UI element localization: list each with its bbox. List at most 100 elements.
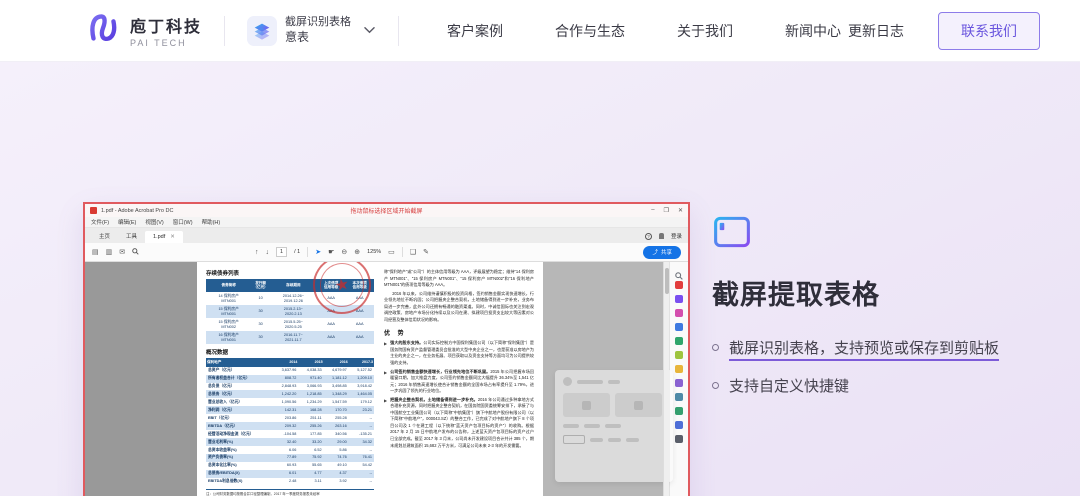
main-nav: 客户案例 合作与生态 关于我们 新闻中心	[447, 21, 841, 41]
organize-pages-icon[interactable]	[675, 351, 683, 359]
table-extract-icon	[712, 216, 752, 256]
feature-block: 截屏提取表格 截屏识别表格，支持预览或保存到剪贴板支持自定义快捷键	[712, 212, 1022, 413]
triangle-bullet-icon: ▶	[384, 397, 388, 403]
feature-bullet-list: 截屏识别表格，支持预览或保存到剪贴板支持自定义快捷键	[712, 338, 1022, 398]
advantages-heading: 优 势	[384, 331, 407, 338]
zoom-level[interactable]: 125%	[367, 249, 381, 255]
window-toolbar: ▤ ▥ ✉ ↑ ↓ 1 / 1 ➤ ☛ ⊖ ⊕ 125% ▭ ❑ ✎ ⤴ 共享	[85, 243, 688, 262]
pencil-icon[interactable]: ✎	[423, 249, 429, 256]
document-tab[interactable]: 1.pdf ✕	[145, 231, 183, 243]
bullet-circle-icon	[712, 381, 719, 389]
window-titlebar: 1.pdf - Adobe Acrobat Pro DC 拖动鼠标选择区域开始截…	[85, 204, 688, 217]
advantage-item: ▶ 公司签约销售金额快速增长，行业领先地位不断巩固。2015 年公司把握市场回暖窗…	[384, 368, 535, 394]
feature-title: 截屏提取表格	[712, 280, 880, 310]
overview-table-title: 概况数据	[206, 350, 229, 357]
hero-section: 截屏提取表格 截屏识别表格，支持预览或保存到剪贴板支持自定义快捷键 1.pdf …	[0, 62, 1080, 496]
menu-item[interactable]: 窗口(W)	[173, 218, 193, 226]
window-title: 1.pdf - Adobe Acrobat Pro DC	[101, 207, 174, 214]
zoom-out-icon[interactable]: ⊖	[341, 249, 347, 256]
page-number-field[interactable]: 1	[276, 247, 288, 257]
dimmed-popup-skeleton	[555, 370, 673, 482]
document-canvas: ★ 存续债券列表 债券简称 发行额 （亿元） 存续期间 上次债项 信用等级 本次债项 信…	[85, 262, 688, 496]
marquee-zoom-icon[interactable]	[675, 267, 683, 280]
update-log-link[interactable]: 更新日志	[848, 21, 904, 41]
advantage-item: ▶ 强大的股东支持。公司实际控制方中国保利集团公司（以下简称“保利集团”）是国务院…	[384, 340, 535, 366]
feature-bullet-text: 截屏识别表格，支持预览或保存到剪贴板	[729, 338, 1000, 361]
company-name: 庖丁科技	[130, 19, 203, 36]
triangle-bullet-icon: ▶	[384, 369, 388, 375]
rating-paragraph-1: 称“保利地产”或“公司”）的主体信用等级为 AAA，评级展望为稳定；维持“14 …	[384, 269, 534, 288]
email-icon[interactable]: ✉	[119, 249, 125, 256]
contact-us-button[interactable]: 联系我们	[938, 11, 1040, 50]
create-pdf-icon[interactable]	[675, 295, 683, 303]
pdf-page: ★ 存续债券列表 债券简称 发行额 （亿元） 存续期间 上次债项 信用等级 本次债项 信…	[197, 262, 543, 496]
find-icon[interactable]	[132, 247, 139, 257]
export-pdf-icon[interactable]	[675, 281, 683, 289]
screenshot-capture-frame: 1.pdf - Adobe Acrobat Pro DC 拖动鼠标选择区域开始截…	[83, 202, 690, 496]
advantages-list: ▶ 强大的股东支持。公司实际控制方中国保利集团公司（以下简称“保利集团”）是国务院…	[384, 340, 534, 449]
window-tabbar: 主页 工具 1.pdf ✕ ? 登录	[85, 228, 688, 243]
vertical-scrollbar[interactable]	[663, 262, 669, 496]
nav-item-1[interactable]: 合作与生态	[555, 21, 625, 41]
page-down-icon[interactable]: ↓	[266, 249, 270, 256]
acrobat-app-icon	[90, 207, 97, 214]
share-button[interactable]: ⤴ 共享	[643, 245, 681, 259]
help-icon[interactable]: ?	[644, 232, 652, 240]
edit-pdf-icon[interactable]	[675, 309, 683, 317]
fill-sign-icon[interactable]	[675, 379, 683, 387]
top-navigation-bar: 庖丁科技 PAI TECH 截屏识别表格 意表 客户案例 合作与生态 关于我们 新闻中…	[0, 0, 1080, 62]
measure-icon[interactable]	[675, 393, 683, 401]
capture-hint-text: 拖动鼠标选择区域开始截屏	[350, 209, 423, 215]
divider	[224, 15, 226, 46]
chevron-down-icon[interactable]	[363, 22, 376, 40]
window-tab[interactable]: 主页	[91, 229, 118, 243]
feature-bullet: 支持自定义快捷键	[712, 376, 1022, 399]
more-tools-icon[interactable]	[675, 435, 683, 443]
company-name-en: PAI TECH	[130, 38, 187, 48]
comment-icon[interactable]: ❑	[410, 249, 416, 256]
window-tab[interactable]: 工具	[118, 229, 145, 243]
save-icon[interactable]: ▤	[92, 249, 99, 256]
canvas-right-area	[543, 262, 673, 496]
feature-bullet: 截屏识别表格，支持预览或保存到剪贴板	[712, 338, 1022, 361]
window-controls: – ❐ ✕	[651, 207, 683, 214]
nav-item-2[interactable]: 关于我们	[677, 21, 733, 41]
feature-bullet-text: 支持自定义快捷键	[729, 377, 850, 395]
share-icon: ⤴	[652, 250, 658, 256]
rating-paragraph-2: 2016 年以来，公司维持谨慎积极的投资风格，签约销售金额实现快速增长，行业领先…	[384, 290, 534, 322]
zoom-in-icon[interactable]: ⊕	[354, 249, 360, 256]
sign-in-link[interactable]: 登录	[671, 232, 682, 240]
page-up-icon[interactable]: ↑	[255, 249, 259, 256]
bell-icon[interactable]	[658, 233, 664, 239]
triangle-bullet-icon: ▶	[384, 341, 388, 347]
paitech-logo-icon	[84, 9, 122, 52]
protect-icon[interactable]	[675, 421, 683, 429]
menu-item[interactable]: 文件(F)	[91, 218, 109, 226]
product-switcher[interactable]: 截屏识别表格 意表	[247, 15, 376, 46]
fit-width-icon[interactable]: ▭	[388, 249, 395, 256]
divider	[398, 15, 400, 46]
table-notes: 注：公司财务数据均按照合并口径整理编制，2017 年一季度财务报表未经审计；因缺…	[206, 488, 374, 496]
select-tool-icon[interactable]: ➤	[315, 249, 321, 256]
window-menubar: 文件(F) 编辑(E) 视图(V) 窗口(W) 帮助(H)	[85, 217, 688, 228]
stamp-icon[interactable]	[675, 365, 683, 373]
menu-item[interactable]: 编辑(E)	[118, 218, 136, 226]
print-icon[interactable]: ▥	[106, 249, 113, 256]
combine-files-icon[interactable]	[675, 337, 683, 345]
hand-tool-icon[interactable]: ☛	[328, 249, 334, 256]
layers-icon	[247, 15, 278, 46]
nav-item-0[interactable]: 客户案例	[447, 21, 503, 41]
print-production-icon[interactable]	[675, 407, 683, 415]
page-total: / 1	[294, 249, 301, 255]
close-tab-icon[interactable]: ✕	[170, 234, 175, 240]
product-category: 截屏识别表格	[285, 16, 352, 29]
nav-item-3[interactable]: 新闻中心	[785, 21, 841, 41]
window-control[interactable]: ✕	[678, 207, 683, 214]
window-control[interactable]: –	[651, 207, 654, 214]
logo[interactable]: 庖丁科技 PAI TECH	[84, 9, 202, 52]
comment-icon[interactable]	[675, 323, 683, 331]
menu-item[interactable]: 帮助(H)	[202, 218, 221, 226]
advantage-item: ▶ 把握央企整合契机，土地储备得到进一步补充。2016 年公司通过多种拿地方式合理…	[384, 396, 535, 448]
window-control[interactable]: ❐	[664, 207, 669, 214]
menu-item[interactable]: 视图(V)	[145, 218, 163, 226]
